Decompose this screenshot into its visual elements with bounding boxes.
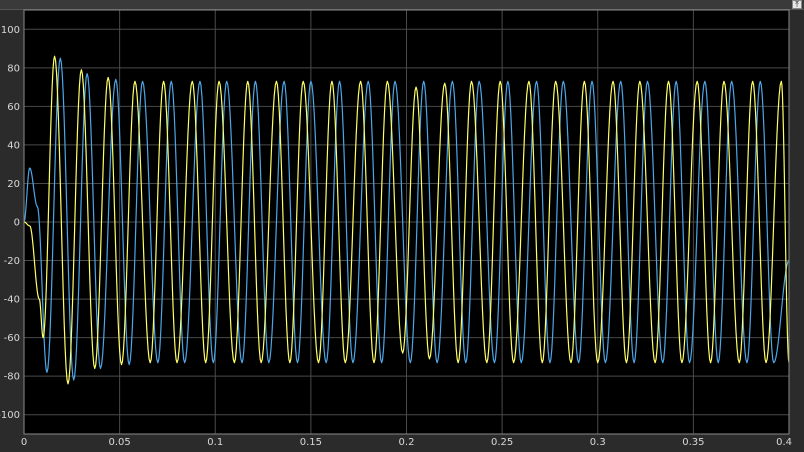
y-tick-label: -20 (4, 256, 20, 267)
y-tick-label: -60 (4, 333, 20, 344)
y-tick-label: 0 (14, 218, 20, 229)
y-tick-label: -80 (4, 372, 20, 383)
x-tick-labels: 0 0.05 0.1 0.15 0.2 0.25 0.3 0.35 0.4 (21, 437, 792, 448)
scope-plot[interactable]: 100 80 60 40 20 0 -20 -40 -60 -80 -100 0 0.05 0.1 0.1… (0, 0, 804, 452)
x-tick-label: 0 (21, 437, 27, 448)
y-tick-label: 60 (7, 102, 20, 113)
y-tick-label: -100 (0, 410, 20, 421)
x-tick-label: 0.1 (207, 437, 223, 448)
x-tick-label: 0.05 (108, 437, 130, 448)
y-tick-label: 100 (1, 25, 20, 36)
x-tick-label: 0.4 (776, 437, 792, 448)
y-tick-label: 40 (7, 140, 20, 151)
x-tick-label: 0.15 (300, 437, 322, 448)
y-tick-labels: 100 80 60 40 20 0 -20 -40 -60 -80 -100 (0, 25, 20, 421)
x-tick-label: 0.3 (590, 437, 606, 448)
x-tick-label: 0.35 (682, 437, 704, 448)
x-tick-label: 0.25 (491, 437, 513, 448)
y-tick-label: 80 (7, 63, 20, 74)
y-tick-label: 20 (7, 179, 20, 190)
y-tick-label: -40 (4, 295, 20, 306)
x-tick-label: 0.2 (399, 437, 415, 448)
scope-window: ⤒ 100806040200-20-40-60-80-100 00.050.10… (0, 0, 804, 452)
